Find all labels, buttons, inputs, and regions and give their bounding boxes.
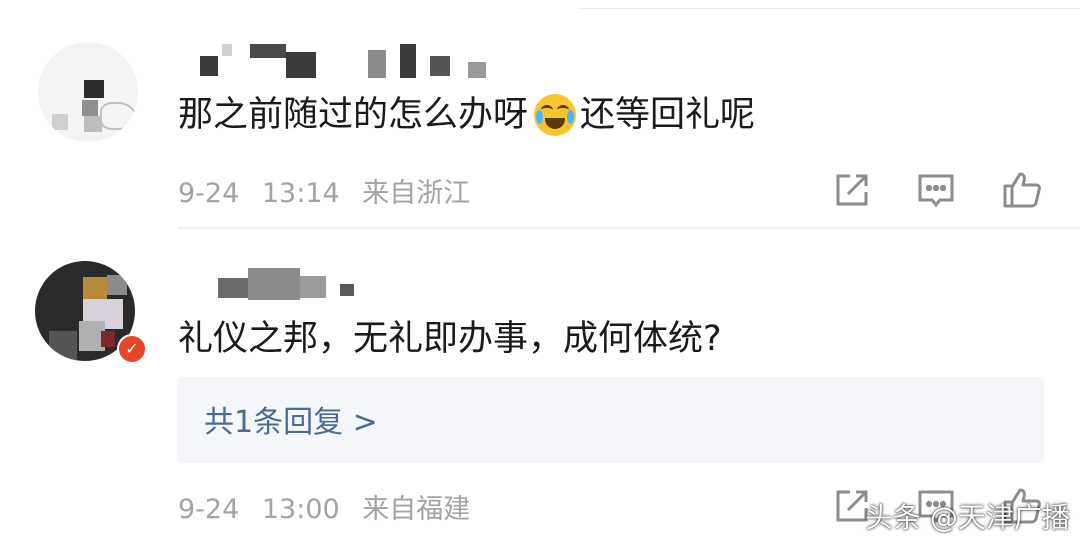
comment-text-part1: 那之前随过的怎么办呀 <box>178 95 529 135</box>
comment-location: 来自浙江 <box>362 178 471 209</box>
avatar[interactable] <box>38 42 138 142</box>
view-replies-link[interactable]: 共1条回复 > <box>204 397 378 441</box>
username-blurred[interactable] <box>178 42 498 82</box>
reply-summary-box[interactable]: 共1条回复 > <box>178 377 1044 463</box>
comment-date: 9-24 <box>178 494 240 525</box>
comment-date: 9-24 <box>178 178 240 209</box>
comment-time: 13:14 <box>261 178 340 209</box>
comment-text-body: 礼仪之邦，无礼即办事，成何体统? <box>178 319 722 359</box>
verified-badge-icon: ✓ <box>117 334 147 364</box>
comment-location: 来自福建 <box>362 494 471 525</box>
share-icon[interactable] <box>830 168 874 212</box>
like-icon[interactable] <box>1000 168 1044 212</box>
watermark: 头条 @天津广播 <box>865 501 1070 534</box>
comment-time: 13:00 <box>261 494 340 525</box>
comment-text-part2: 还等回礼呢 <box>580 95 756 135</box>
comment-meta: 9-24 13:00 来自福建 <box>178 487 470 526</box>
comment-text: 那之前随过的怎么办呀 还等回礼呢 <box>178 91 755 139</box>
crying-laughing-emoji-icon <box>534 94 577 136</box>
comment-item: 那之前随过的怎么办呀 还等回礼呢 9-24 13:14 来自浙江 <box>0 0 1080 228</box>
comment-icon[interactable] <box>914 168 958 212</box>
comment-text: 礼仪之邦，无礼即办事，成何体统? <box>178 315 722 363</box>
comment-meta: 9-24 13:14 来自浙江 <box>178 171 470 210</box>
username-blurred[interactable] <box>178 262 358 302</box>
